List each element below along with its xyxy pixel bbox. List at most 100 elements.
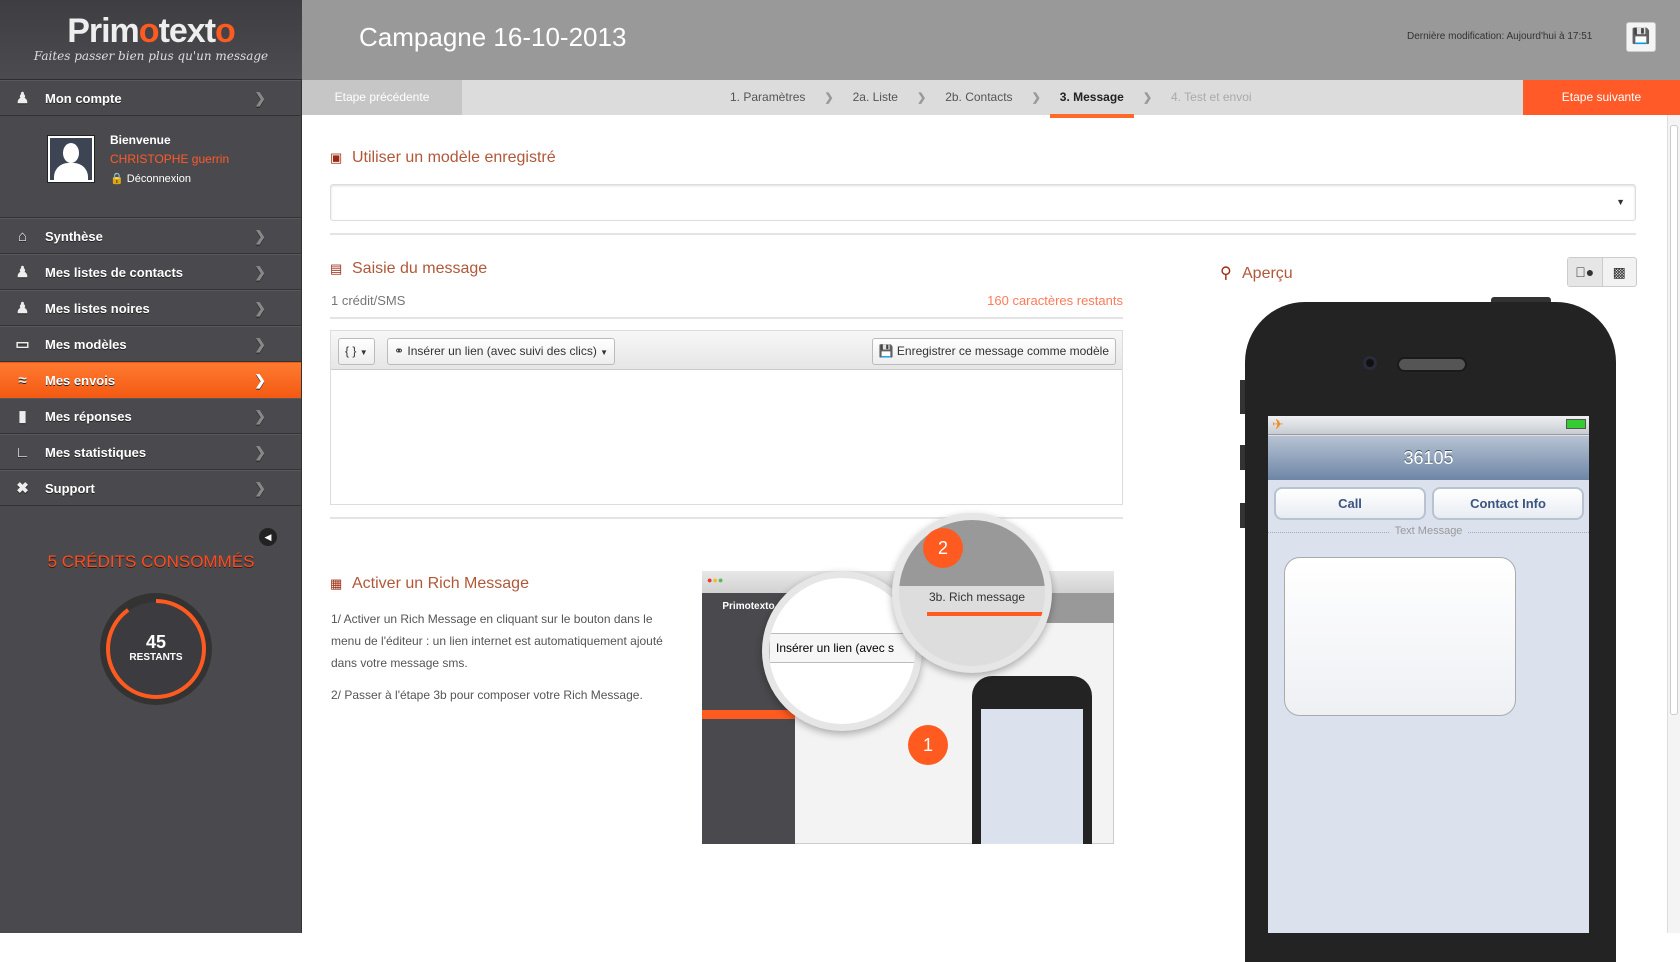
next-step-button[interactable]: Etape suivante	[1523, 80, 1680, 115]
rich-step-1: 1/ Activer un Rich Message en cliquant s…	[331, 612, 663, 670]
section-compose-title: ▤ Saisie du message	[330, 260, 488, 277]
chevron-right-icon: ❯	[254, 89, 266, 106]
chevron-right-icon: ❯	[1031, 92, 1041, 104]
newspaper-icon: ▦	[330, 576, 343, 591]
avatar	[47, 135, 95, 183]
divider	[330, 517, 1123, 519]
folder-icon: ▭	[15, 336, 30, 353]
lock-icon: 🔒	[110, 173, 124, 185]
chevron-right-icon: ❯	[824, 92, 834, 104]
rich-step-2: 2/ Passer à l'étape 3b pour composer vot…	[331, 688, 643, 702]
sidebar-item-mon-compte[interactable]: ♟ Mon compte ❯	[0, 80, 301, 116]
sidebar-item-support[interactable]: ✖ Support ❯	[0, 470, 301, 506]
step-1[interactable]: 1. Paramètres	[730, 80, 805, 115]
user-icon: ♟	[15, 90, 30, 107]
credits-remaining: 45	[145, 632, 167, 652]
speech-bubble-icon: ▮	[18, 408, 27, 425]
chevron-right-icon: ❯	[254, 299, 266, 316]
link-icon: ⚭	[394, 344, 405, 358]
variables-dropdown[interactable]: { } ▼	[338, 338, 375, 365]
step-4[interactable]: 3. Message	[1049, 80, 1134, 118]
section-rich-title: ▦ Activer un Rich Message	[330, 575, 529, 592]
profile-panel: Bienvenue CHRISTOPHE guerrin 🔒 Déconnexi…	[0, 116, 301, 218]
insert-link-dropdown[interactable]: ⚭ Insérer un lien (avec suivi des clics)…	[387, 338, 616, 365]
platform-toggle: ● ▩	[1567, 257, 1637, 287]
chevron-down-icon: ▼	[1616, 197, 1625, 207]
chevron-right-icon: ❯	[1142, 92, 1153, 104]
contact-info-button[interactable]: Contact Info	[1432, 487, 1584, 520]
tools-icon: ✖	[16, 480, 29, 497]
save-as-template-button[interactable]: 💾 Enregistrer ce message comme modèle	[871, 338, 1116, 365]
page-title: Campagne 16-10-2013	[359, 22, 627, 52]
sidebar-item-mes-modèles[interactable]: ▭ Mes modèles ❯	[0, 326, 301, 362]
scrollbar[interactable]	[1667, 115, 1680, 933]
rich-message-illustration: ●●● Primotexto Insérer un lien (avec s 3…	[702, 513, 1114, 844]
step-3[interactable]: 2b. Contacts	[945, 80, 1012, 115]
divider	[330, 317, 1123, 319]
chevron-right-icon: ❯	[254, 227, 266, 244]
users-check-icon: ♟	[15, 264, 30, 281]
step-bar: Etape précédente 1. Paramètres ❯ 2a. Liste…	[302, 80, 1680, 118]
speaker-icon	[1397, 357, 1467, 372]
sidebar-item-mes-statistiques[interactable]: ∟ Mes statistiques ❯	[0, 434, 301, 470]
user-name: CHRISTOPHE guerrin	[110, 152, 230, 166]
credits-remaining-label: RESTANTS	[129, 652, 183, 663]
save-button[interactable]: 💾	[1626, 22, 1656, 52]
chars-remaining: 160 caractères restants	[987, 293, 1123, 308]
chat-bubbles-icon: ▣	[330, 150, 343, 165]
credits-consumed: 5 CRÉDITS CONSOMMÉS	[47, 552, 255, 571]
step-2[interactable]: 2a. Liste	[853, 80, 898, 115]
welcome-label: Bienvenue	[110, 133, 171, 147]
chevron-right-icon: ❯	[254, 371, 266, 388]
previous-step-button[interactable]: Etape précédente	[302, 80, 462, 115]
chevron-right-icon: ❯	[254, 479, 266, 496]
caret-down-icon: ▼	[600, 348, 609, 357]
chevron-right-icon: ❯	[254, 335, 266, 352]
editor-toolbar: { } ▼ ⚭ Insérer un lien (avec suivi des …	[331, 331, 1122, 370]
camera-icon	[1363, 356, 1377, 370]
sidebar-item-mes-listes-de-contacts[interactable]: ♟ Mes listes de contacts ❯	[0, 254, 301, 290]
last-modified: Dernière modification: Aujourd'hui à 17:…	[1407, 31, 1593, 42]
chevron-right-icon: ❯	[254, 263, 266, 280]
chevron-right-icon: ❯	[254, 407, 266, 424]
logout-link[interactable]: 🔒 Déconnexion	[110, 172, 191, 185]
message-icon: ▤	[330, 261, 343, 276]
apple-icon[interactable]: ●	[1568, 258, 1603, 286]
section-preview-title: ⚲ Aperçu	[1220, 265, 1293, 282]
tagline: Faites passer bien plus qu'un message	[33, 49, 269, 63]
wifi-icon: ≈	[18, 371, 27, 389]
users-x-icon: ♟	[15, 300, 30, 317]
sender-number: 36105	[1268, 436, 1589, 480]
chevron-right-icon: ❯	[254, 443, 266, 460]
floppy-icon: 💾	[878, 344, 894, 358]
sidebar-item-mes-listes-noires[interactable]: ♟ Mes listes noires ❯	[0, 290, 301, 326]
battery-icon	[1566, 419, 1586, 429]
chevron-right-icon: ❯	[916, 92, 927, 104]
phone-screen: ✈ 36105 Call Contact Info Text Message	[1268, 416, 1589, 933]
divider	[330, 233, 1636, 235]
airplane-icon: ✈	[1272, 416, 1284, 432]
magnifier-icon: ⚲	[1220, 265, 1232, 282]
header: Campagne 16-10-2013 Dernière modificatio…	[302, 0, 1680, 80]
sidebar-item-mes-envois[interactable]: ≈ Mes envois ❯	[0, 362, 301, 398]
sidebar: Primotexto Faites passer bien plus qu'un…	[0, 0, 302, 933]
caret-down-icon: ▼	[359, 348, 368, 357]
sidebar-item-synthèse[interactable]: ⌂ Synthèse ❯	[0, 218, 301, 254]
message-textarea[interactable]	[331, 370, 1122, 504]
text-message-label: Text Message	[1388, 525, 1469, 537]
section-template-title: ▣ Utiliser un modèle enregistré	[330, 149, 556, 166]
android-icon[interactable]: ▩	[1603, 258, 1637, 286]
step-5: 4. Test et envoi	[1171, 90, 1252, 104]
template-select[interactable]: ▼	[330, 184, 1636, 221]
logo[interactable]: Primotexto Faites passer bien plus qu'un…	[0, 0, 302, 80]
credit-per-sms: 1 crédit/SMS	[331, 293, 406, 308]
chart-icon: ∟	[15, 443, 30, 461]
call-button[interactable]: Call	[1274, 487, 1426, 520]
collapse-sidebar-button[interactable]: ◀	[259, 528, 277, 546]
breadcrumb: 1. Paramètres ❯ 2a. Liste ❯ 2b. Contacts ❯ 3. …	[730, 80, 1252, 118]
floppy-icon: 💾	[1631, 28, 1651, 45]
message-bubble	[1284, 557, 1516, 716]
sidebar-item-mes-réponses[interactable]: ▮ Mes réponses ❯	[0, 398, 301, 434]
message-editor: { } ▼ ⚭ Insérer un lien (avec suivi des …	[330, 330, 1123, 505]
home-icon: ⌂	[17, 227, 28, 245]
